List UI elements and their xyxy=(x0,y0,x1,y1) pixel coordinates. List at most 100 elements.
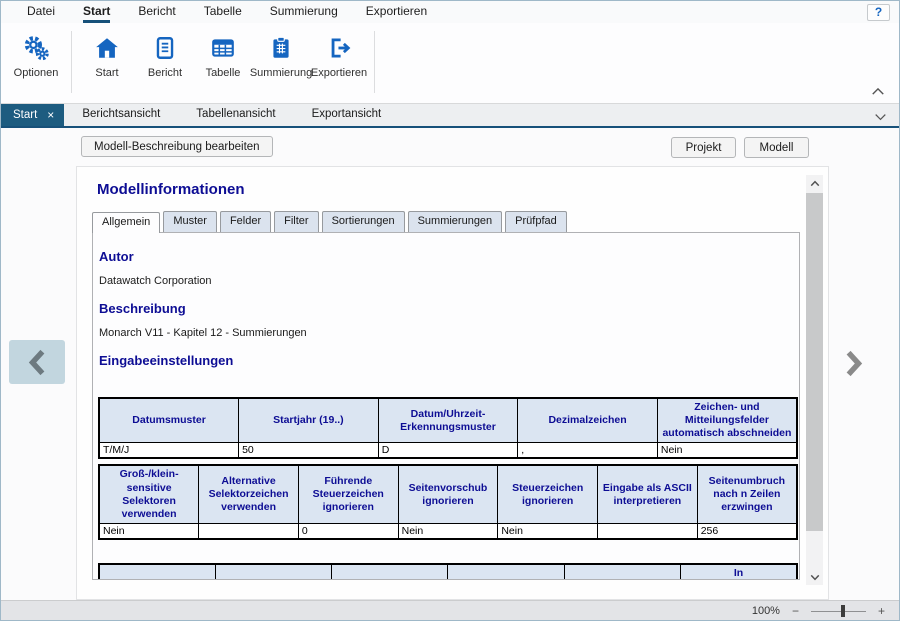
menu-item-start[interactable]: Start xyxy=(69,1,124,23)
column-header: Seitenumbruch nach n Zeilen erzwingen xyxy=(697,465,797,523)
model-button[interactable]: Modell xyxy=(744,137,809,158)
ribbon-button-label: Bericht xyxy=(148,67,182,79)
ribbon-button-label: Exportieren xyxy=(311,67,367,79)
optionen-button[interactable]: Optionen xyxy=(7,27,65,79)
column-header: Zeichen- und Mitteilungsfelder automatis… xyxy=(657,398,797,443)
table-cell: Nein xyxy=(657,443,797,459)
scroll-down-chevron-icon[interactable] xyxy=(806,569,823,585)
ribbon-separator xyxy=(374,31,375,93)
column-header: Erste Reihe enthält die Spaltennamen xyxy=(332,564,448,580)
zoom-slider[interactable] xyxy=(811,605,866,617)
column-header: Führende Steuerzeichen ignorieren xyxy=(298,465,398,523)
tab-filter[interactable]: Filter xyxy=(274,211,318,232)
table-cell: 256 xyxy=(697,523,797,539)
view-tab-bar: Start × Berichtsansicht Tabellenansicht … xyxy=(1,104,899,128)
tab-list-chevron-down-icon[interactable] xyxy=(874,113,887,121)
report-document-icon xyxy=(152,33,178,63)
table-grid-icon xyxy=(210,33,236,63)
table-cell xyxy=(598,523,698,539)
project-button[interactable]: Projekt xyxy=(671,137,736,158)
column-header: Seitenvorschub ignorieren xyxy=(398,465,498,523)
table-cell: 50 xyxy=(239,443,379,459)
menu-item-datei[interactable]: Datei xyxy=(13,1,69,23)
ribbon-button-label: Tabelle xyxy=(206,67,241,79)
date-settings-table: Datumsmuster Startjahr (19..) Datum/Uhrz… xyxy=(98,397,798,459)
scrollbar-thumb[interactable] xyxy=(806,193,823,531)
ribbon-collapse-chevron-icon[interactable] xyxy=(871,87,887,99)
zoom-in-button[interactable]: + xyxy=(878,606,885,616)
table-row: Nein 0 Nein Nein 256 xyxy=(99,523,797,539)
table-cell: 0 xyxy=(298,523,398,539)
zoom-level-label: 100% xyxy=(752,605,780,617)
start-button[interactable]: Start xyxy=(78,27,136,79)
home-icon xyxy=(94,33,120,63)
column-header: Alternative Selektorzeichen verwenden xyxy=(199,465,299,523)
page-title: Modellinformationen xyxy=(97,181,828,198)
tab-allgemein[interactable]: Allgemein xyxy=(92,212,160,233)
ribbon-button-label: Start xyxy=(95,67,118,79)
scroll-up-chevron-icon[interactable] xyxy=(806,175,823,191)
view-tab-start[interactable]: Start × xyxy=(1,104,64,126)
app-window: Datei Start Bericht Tabelle Summierung E… xyxy=(0,0,900,621)
help-button[interactable]: ? xyxy=(867,4,890,21)
tab-summierungen[interactable]: Summierungen xyxy=(408,211,503,232)
tab-pruefpfad[interactable]: Prüfpfad xyxy=(505,211,567,232)
table-cell: T/M/J xyxy=(99,443,239,459)
menu-item-exportieren[interactable]: Exportieren xyxy=(352,1,441,23)
zoom-slider-handle[interactable] xyxy=(841,605,845,617)
table-header-row: Datumsmuster Startjahr (19..) Datum/Uhrz… xyxy=(99,398,797,443)
view-tab-exportansicht[interactable]: Exportansicht xyxy=(294,104,400,126)
column-header: Bei Start zu überspringende Zeilen xyxy=(564,564,680,580)
table-cell: Nein xyxy=(498,523,598,539)
column-header: Dezimalzeichen xyxy=(518,398,658,443)
summierung-button[interactable]: Summierung xyxy=(252,27,310,79)
tabelle-button[interactable]: Tabelle xyxy=(194,27,252,79)
table-header-row: Groß-/klein-sensitive Selektoren verwend… xyxy=(99,465,797,523)
ribbon-button-label: Optionen xyxy=(14,67,59,79)
ribbon-separator xyxy=(71,31,72,93)
previous-page-button[interactable] xyxy=(9,340,65,384)
model-info-tab-strip: Allgemein Muster Felder Filter Sortierun… xyxy=(92,211,828,232)
input-settings-heading: Eingabeeinstellungen xyxy=(99,353,799,368)
view-tab-berichtsansicht[interactable]: Berichtsansicht xyxy=(64,104,178,126)
main-area: Modell-Beschreibung bearbeiten Projekt M… xyxy=(1,128,899,600)
tab-felder[interactable]: Felder xyxy=(220,211,271,232)
view-tab-tabellenansicht[interactable]: Tabellenansicht xyxy=(178,104,293,126)
edit-model-description-button[interactable]: Modell-Beschreibung bearbeiten xyxy=(81,136,273,157)
table-cell: Nein xyxy=(398,523,498,539)
vertical-scrollbar[interactable] xyxy=(806,175,823,585)
ribbon-button-label: Summierung xyxy=(250,67,312,79)
table-row: T/M/J 50 D , Nein xyxy=(99,443,797,459)
description-value: Monarch V11 - Kapitel 12 - Summierungen xyxy=(99,327,799,339)
gears-icon xyxy=(23,33,50,63)
zoom-out-button[interactable]: − xyxy=(792,606,799,616)
menu-item-tabelle[interactable]: Tabelle xyxy=(190,1,256,23)
column-header: Zeichensatz xyxy=(215,564,331,580)
menu-item-summierung[interactable]: Summierung xyxy=(256,1,352,23)
column-header: Eingabe als ASCII interpretieren xyxy=(598,465,698,523)
author-value: Datawatch Corporation xyxy=(99,275,799,287)
tab-sortierungen[interactable]: Sortierungen xyxy=(322,211,405,232)
description-heading: Beschreibung xyxy=(99,301,799,316)
exportieren-button[interactable]: Exportieren xyxy=(310,27,368,79)
menu-item-bericht[interactable]: Bericht xyxy=(124,1,189,23)
column-header: Steuerzeichen ignorieren xyxy=(498,465,598,523)
menu-bar: Datei Start Bericht Tabelle Summierung E… xyxy=(1,1,899,23)
next-page-button[interactable] xyxy=(839,343,869,383)
tab-muster[interactable]: Muster xyxy=(163,211,217,232)
export-arrow-icon xyxy=(326,33,352,63)
author-heading: Autor xyxy=(99,249,799,264)
zoom-slider-track xyxy=(811,611,866,612)
allgemein-tab-panel: Autor Datawatch Corporation Beschreibung… xyxy=(92,232,800,580)
status-bar: 100% − + xyxy=(1,600,899,620)
summary-clipboard-icon xyxy=(268,33,294,63)
column-header: Datum/Uhrzeit-Erkennungsmuster xyxy=(378,398,518,443)
bericht-button[interactable]: Bericht xyxy=(136,27,194,79)
column-header: Trennzeichen xyxy=(99,564,215,580)
table-cell: Nein xyxy=(99,523,199,539)
table-cell: , xyxy=(518,443,658,459)
model-info-panel: Modellinformationen Allgemein Muster Fel… xyxy=(76,166,829,600)
ribbon: Optionen Start Bericht xyxy=(1,23,899,104)
close-icon[interactable]: × xyxy=(47,110,54,120)
column-header: Startjahr (19..) xyxy=(239,398,379,443)
